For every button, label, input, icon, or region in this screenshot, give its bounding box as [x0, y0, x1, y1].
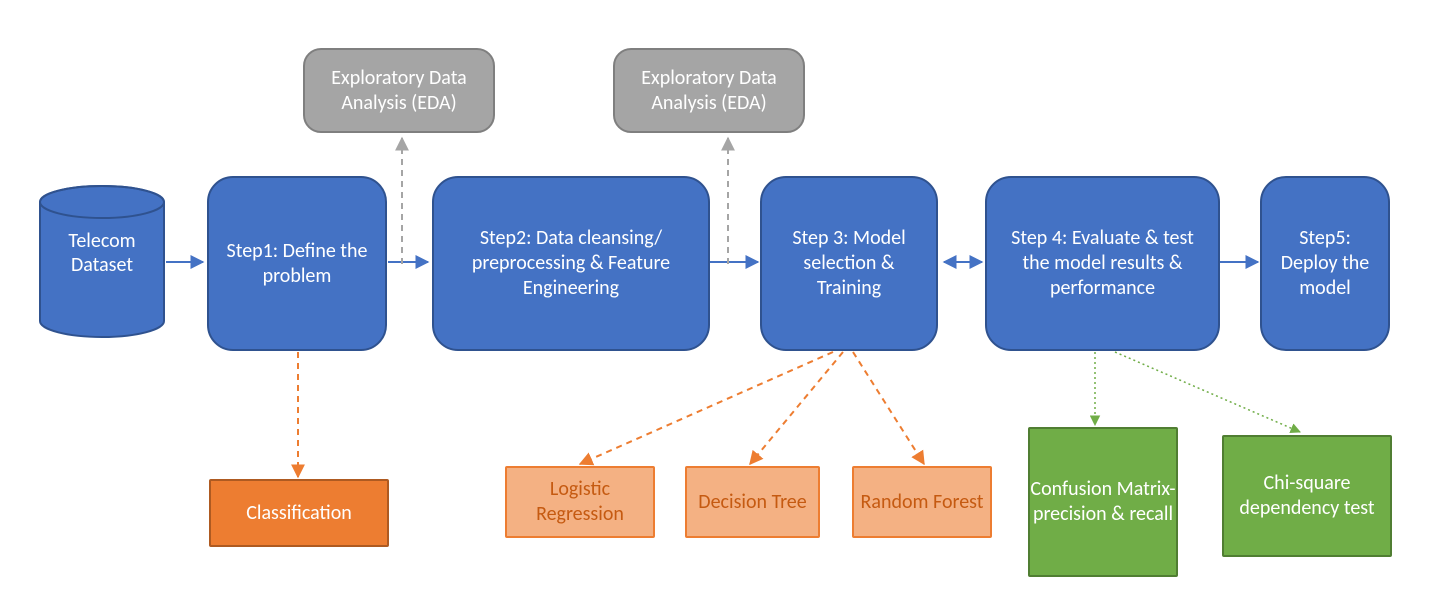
telecom-dataset-cylinder: Telecom Dataset: [38, 184, 166, 339]
model-logistic: Logistic Regression: [505, 466, 655, 538]
step-1: Step1: Define the problem: [207, 176, 387, 351]
eda-box-1: Exploratory Data Analysis (EDA): [303, 48, 495, 133]
model-random-forest-label: Random Forest: [861, 490, 984, 515]
step-3: Step 3: Model selection & Training: [760, 176, 938, 351]
step-4: Step 4: Evaluate & test the model result…: [985, 176, 1220, 351]
step-5-label: Step5: Deploy the model: [1276, 226, 1374, 301]
model-decision-tree: Decision Tree: [685, 466, 820, 538]
chi-square-label: Chi-square dependency test: [1224, 471, 1390, 521]
classification-box: Classification: [209, 479, 389, 547]
model-random-forest: Random Forest: [852, 466, 992, 538]
cylinder-label: Telecom Dataset: [38, 229, 166, 277]
eda-label-2: Exploratory Data Analysis (EDA): [625, 66, 793, 116]
eda-box-2: Exploratory Data Analysis (EDA): [613, 48, 805, 133]
step-1-label: Step1: Define the problem: [223, 239, 371, 289]
confusion-matrix-box: Confusion Matrix- precision & recall: [1028, 427, 1178, 577]
confusion-matrix-label: Confusion Matrix- precision & recall: [1030, 477, 1176, 527]
step-3-label: Step 3: Model selection & Training: [776, 226, 922, 301]
step-5: Step5: Deploy the model: [1260, 176, 1390, 351]
step-2: Step2: Data cleansing/ preprocessing & F…: [432, 176, 710, 351]
classification-label: Classification: [246, 501, 352, 526]
model-decision-tree-label: Decision Tree: [698, 490, 806, 515]
model-logistic-label: Logistic Regression: [507, 477, 653, 527]
step-2-label: Step2: Data cleansing/ preprocessing & F…: [448, 226, 694, 301]
eda-label-1: Exploratory Data Analysis (EDA): [315, 66, 483, 116]
step-4-label: Step 4: Evaluate & test the model result…: [1001, 226, 1204, 301]
chi-square-box: Chi-square dependency test: [1222, 435, 1392, 557]
